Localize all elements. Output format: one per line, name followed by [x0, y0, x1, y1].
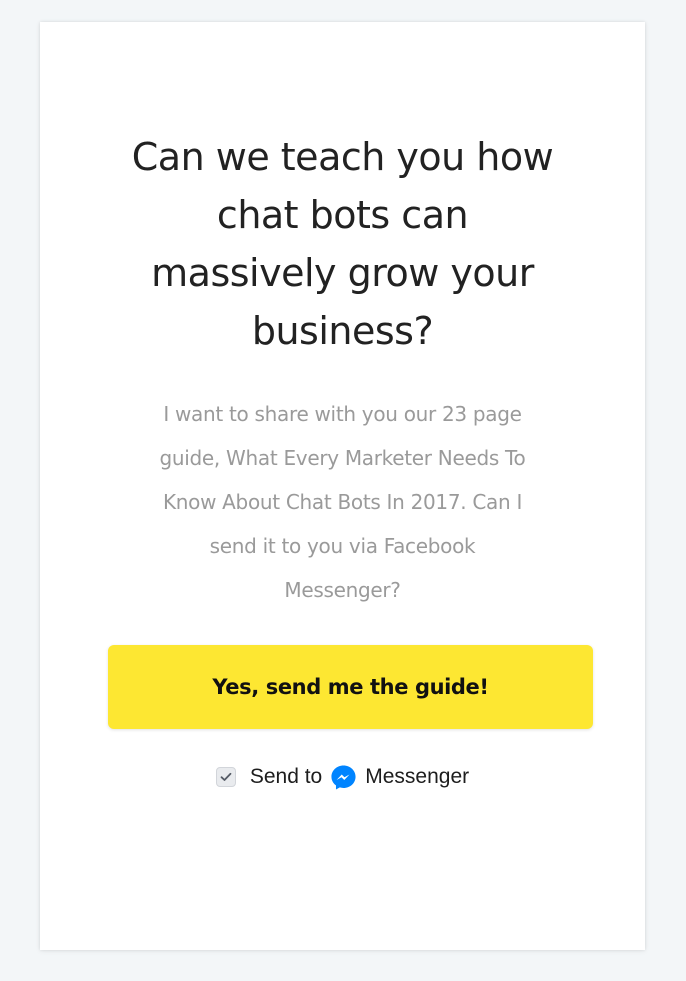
headline-line: chat bots can — [216, 193, 469, 237]
send-guide-button[interactable]: Yes, send me the guide! — [108, 645, 593, 729]
send-to-messenger: Send to Messenger — [40, 760, 645, 794]
headline-line: massively grow your — [151, 251, 534, 295]
send-to-label: Send to — [249, 765, 323, 788]
messenger-label: Messenger — [365, 765, 470, 788]
description-line: Messenger? — [284, 578, 401, 602]
description-line: Know About Chat Bots In 2017. Can I — [162, 490, 523, 514]
description-line: send it to you via Facebook — [209, 534, 476, 558]
headline: Can we teach you how chat bots can massi… — [40, 128, 645, 360]
description-line: I want to share with you our 23 page — [163, 402, 522, 426]
messenger-icon — [330, 764, 357, 791]
headline-line: Can we teach you how — [131, 135, 554, 179]
headline-line: business? — [251, 309, 434, 353]
optin-card: Can we teach you how chat bots can massi… — [40, 22, 645, 950]
description-line: guide, What Every Marketer Needs To — [159, 446, 526, 470]
send-to-messenger-checkbox[interactable] — [215, 767, 236, 787]
description: I want to share with you our 23 page gui… — [40, 392, 645, 612]
checkmark-icon — [220, 772, 232, 781]
